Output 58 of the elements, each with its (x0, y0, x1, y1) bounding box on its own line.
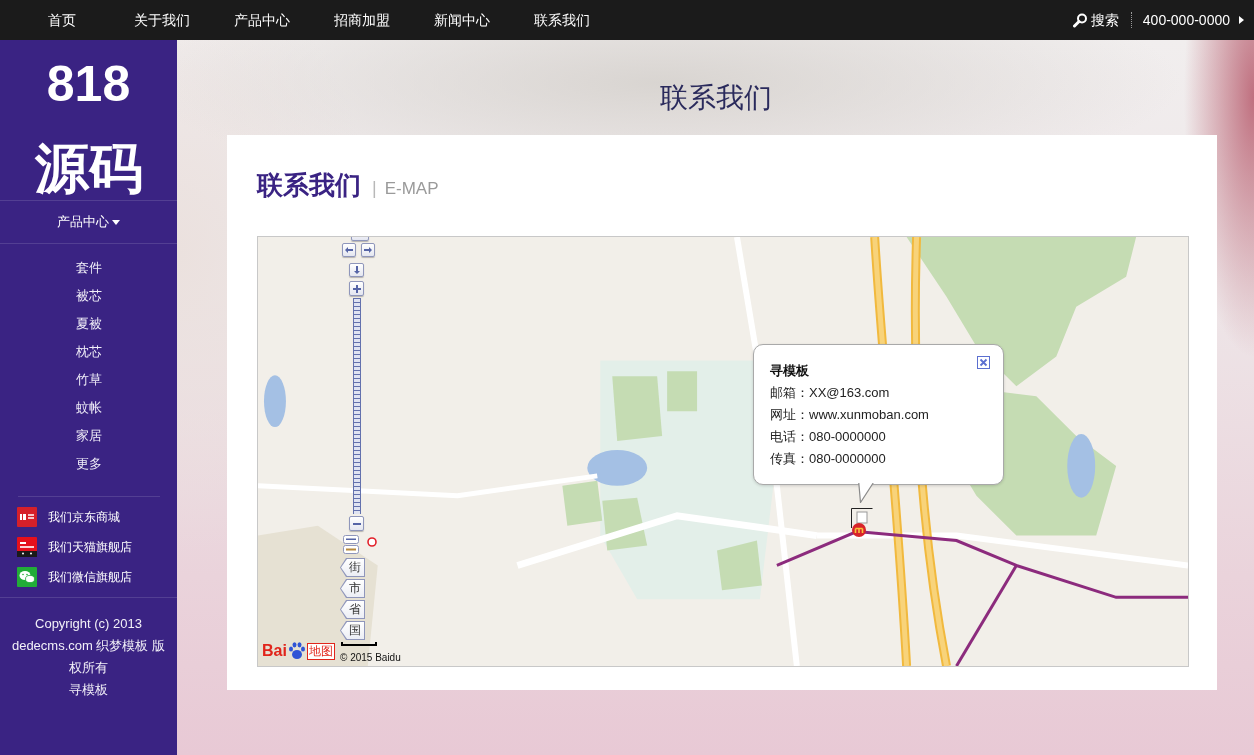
logo-wordmark: Bai (262, 641, 287, 661)
plus-icon (352, 284, 361, 293)
zoom-out-button[interactable] (349, 516, 364, 531)
nav-link[interactable]: 产品中心 (212, 10, 312, 30)
caret-right-icon (1239, 16, 1244, 24)
nav-link[interactable]: 招商加盟 (312, 10, 412, 30)
category-link[interactable]: 蚊帐 (75, 394, 102, 422)
popup-title: 寻模板 (770, 362, 809, 380)
map-copyright: © 2015 Baidu (340, 651, 401, 664)
heading-separator: | (372, 178, 377, 199)
section-subheading: E-MAP (384, 179, 439, 199)
logo-text: 源码 (34, 137, 143, 200)
zoom-slider-track[interactable] (353, 298, 361, 514)
page-title: 联系我们 (659, 81, 772, 115)
scale-bar (341, 642, 377, 646)
category-link[interactable]: 套件 (75, 254, 102, 282)
section-heading: 联系我们 (257, 169, 361, 202)
popup-line: 邮箱：XX@163.com (770, 384, 890, 402)
nav-link[interactable]: 新闻中心 (412, 10, 512, 30)
copyright-text: Copyright (c) 2013 dedecms.com 织梦模板 版权所有 (10, 615, 167, 677)
category-link[interactable]: 竹草 (75, 366, 102, 394)
caret-down-icon (112, 219, 120, 225)
popup-line: 网址：www.xunmoban.com (770, 406, 929, 424)
store-link[interactable]: 我们微信旗舰店 (17, 562, 132, 592)
phone-number: 400-000-0000 (1142, 11, 1230, 30)
arrow-right-icon (364, 247, 372, 253)
search-link[interactable]: 搜索 (1072, 10, 1119, 30)
logo-text: 818 (46, 55, 131, 114)
store-link[interactable]: 我们天猫旗舰店 (17, 532, 132, 562)
ring-icon (367, 537, 377, 547)
paw-icon (287, 642, 306, 660)
close-button[interactable] (977, 355, 991, 369)
footer-link[interactable]: 寻模板 (69, 679, 108, 701)
arrow-left-icon (345, 247, 353, 253)
category-link[interactable]: 夏被 (75, 310, 102, 338)
popup-line: 传真：080-0000000 (770, 450, 886, 468)
shop-logo-icon (17, 537, 37, 557)
category-link[interactable]: 家居 (75, 422, 102, 450)
chat-bubbles-icon (17, 567, 37, 587)
category-link[interactable]: 被芯 (75, 282, 102, 310)
nav-link[interactable]: 关于我们 (112, 10, 212, 30)
slider-handle-icon[interactable] (343, 535, 359, 555)
pan-down-button[interactable] (349, 263, 364, 277)
nav-link[interactable]: 首页 (12, 10, 112, 30)
category-link[interactable]: 更多 (75, 450, 102, 478)
map-marker-icon[interactable] (851, 508, 873, 538)
zoom-in-button[interactable] (349, 281, 364, 296)
pan-left-button[interactable] (342, 243, 356, 257)
popup-line: 电话：080-0000000 (770, 428, 886, 446)
search-icon (1072, 12, 1087, 28)
category-link[interactable]: 枕芯 (75, 338, 102, 366)
arrow-down-icon (353, 266, 360, 274)
shop-logo-icon (17, 507, 37, 527)
pan-right-button[interactable] (361, 243, 375, 257)
store-link[interactable]: 我们京东商城 (17, 502, 120, 532)
close-icon (977, 355, 990, 369)
nav-link[interactable]: 联系我们 (512, 10, 612, 30)
category-dropdown[interactable]: 产品中心 (57, 213, 120, 231)
